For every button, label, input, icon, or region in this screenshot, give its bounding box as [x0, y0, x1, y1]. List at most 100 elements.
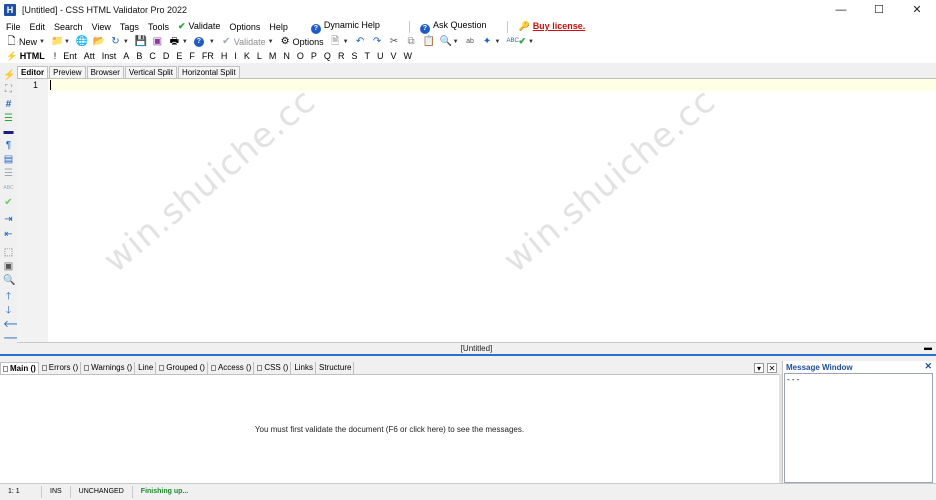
arrow-down-icon[interactable]: 🡓 — [3, 305, 14, 316]
tag-item[interactable]: Q — [324, 51, 331, 61]
find-button[interactable]: 🔍 ▼ — [440, 36, 459, 47]
document-button[interactable]: 🗎 ▼ — [330, 36, 348, 47]
list-icon[interactable]: ☰ — [3, 113, 14, 124]
menu-buy-license[interactable]: 🔑 Buy license. — [518, 21, 585, 32]
hash-icon[interactable]: # — [3, 99, 14, 110]
tab-horizontal-split[interactable]: Horizontal Split — [177, 66, 240, 78]
tab-errors[interactable]: Errors () — [40, 362, 82, 374]
tag-item[interactable]: A — [123, 51, 129, 61]
tag-item[interactable]: F — [189, 51, 195, 61]
tag-item[interactable]: Att — [84, 51, 95, 61]
tag-item[interactable]: L — [257, 51, 262, 61]
menu-ask-question[interactable]: ? Ask Question — [419, 20, 486, 34]
open-url-button[interactable]: 🌐 — [76, 36, 88, 47]
check-icon[interactable]: ✔ — [3, 197, 14, 208]
close-window-button[interactable]: ✕ — [898, 0, 936, 19]
menu-tags[interactable]: Tags — [120, 22, 139, 32]
tag-item[interactable]: K — [244, 51, 250, 61]
tab-preview[interactable]: Preview — [49, 66, 86, 78]
tab-warnings[interactable]: Warnings () — [82, 362, 136, 374]
menu-options[interactable]: Options — [229, 22, 260, 32]
outdent-icon[interactable]: ⇤ — [3, 229, 14, 240]
zoom-icon[interactable]: 🔍 — [3, 275, 15, 286]
open-button[interactable]: 📁 ▼ — [51, 36, 70, 47]
tag-item[interactable]: B — [136, 51, 142, 61]
menu-search[interactable]: Search — [54, 22, 83, 32]
binoculars-icon[interactable]: ⛶ — [3, 84, 14, 95]
tab-main[interactable]: Main () — [0, 362, 39, 374]
tag-item[interactable]: D — [163, 51, 170, 61]
menu-tools[interactable]: Tools — [148, 22, 169, 32]
cut-button[interactable]: ✂ — [389, 36, 400, 47]
tab-structure[interactable]: Structure — [317, 362, 355, 374]
tab-line[interactable]: Line — [136, 362, 157, 374]
pane-splitter[interactable] — [0, 354, 936, 356]
tag-item[interactable]: P — [311, 51, 317, 61]
maximize-button[interactable]: ☐ — [860, 0, 898, 19]
save-button[interactable]: 💾 — [135, 36, 147, 47]
tag-item[interactable]: M — [269, 51, 277, 61]
close-icon[interactable]: ✕ — [924, 361, 932, 372]
paragraph-icon[interactable]: ¶ — [3, 140, 14, 151]
message-window-body[interactable]: - - - — [784, 373, 933, 483]
reopen-button[interactable]: ↻ ▼ — [110, 36, 129, 47]
arrow-left-icon[interactable]: 🡐 — [3, 319, 30, 330]
arrow-right-icon[interactable]: 🡒 — [3, 333, 30, 344]
copy-button[interactable]: ⧉ — [406, 36, 417, 47]
tag-item[interactable]: ! — [54, 51, 57, 61]
tag-item[interactable]: N — [283, 51, 290, 61]
flag-icon[interactable]: ▬ — [3, 126, 14, 137]
print-button[interactable]: 🖶 ▼ — [169, 36, 188, 47]
tag-bar-html[interactable]: ⚡ HTML — [6, 51, 45, 62]
minimize-button[interactable]: — — [822, 0, 860, 19]
tag-item[interactable]: R — [338, 51, 345, 61]
tab-vertical-split[interactable]: Vertical Split — [124, 66, 177, 78]
validation-messages[interactable]: You must first validate the document (F6… — [0, 374, 779, 483]
lines-icon[interactable]: ☰ — [3, 168, 14, 179]
tag-item[interactable]: E — [176, 51, 182, 61]
panel-icon[interactable]: ▤ — [3, 154, 14, 165]
tag-item[interactable]: H — [221, 51, 228, 61]
collapse-icon[interactable]: ▬ — [924, 343, 932, 352]
tab-grouped[interactable]: Grouped () — [157, 362, 208, 374]
tag-item[interactable]: V — [390, 51, 396, 61]
options-toolbar-button[interactable]: ⚙ Options — [280, 36, 324, 47]
tag-item[interactable]: T — [364, 51, 370, 61]
tag-item[interactable]: I — [234, 51, 237, 61]
lightning-icon[interactable]: ⚡ — [3, 70, 15, 81]
tabs-dropdown-icon[interactable]: ▾ — [754, 363, 764, 373]
tools-button[interactable]: ✦ ▼ — [482, 36, 501, 47]
paste-button[interactable]: 📋 — [423, 36, 435, 47]
tag-item[interactable]: W — [403, 51, 412, 61]
spell-check-button[interactable]: ABC ✔ ▼ — [506, 36, 534, 47]
validate-prompt[interactable]: You must first validate the document (F6… — [0, 425, 779, 434]
tab-css[interactable]: CSS () — [255, 362, 292, 374]
tab-editor[interactable]: Editor — [17, 66, 49, 78]
menu-file[interactable]: File — [6, 22, 21, 32]
tab-access[interactable]: Access () — [209, 362, 255, 374]
close-pane-icon[interactable]: ✕ — [767, 363, 777, 373]
tag-item[interactable]: FR — [202, 51, 214, 61]
tab-links[interactable]: Links — [292, 362, 316, 374]
tag-item[interactable]: S — [351, 51, 357, 61]
open-folder-button[interactable]: 📂 — [93, 36, 105, 47]
menu-view[interactable]: View — [92, 22, 111, 32]
help-button[interactable]: ? ▼ — [193, 36, 215, 47]
window-icon[interactable]: ▣ — [3, 261, 14, 272]
tag-item[interactable]: C — [149, 51, 156, 61]
menu-dynamic-help[interactable]: ? Dynamic Help — [310, 20, 380, 34]
save-all-button[interactable]: ▣ — [152, 36, 163, 47]
arrow-up-icon[interactable]: 🡑 — [3, 291, 14, 302]
tag-item[interactable]: O — [297, 51, 304, 61]
tag-item[interactable]: Ent — [63, 51, 77, 61]
new-button[interactable]: 🗋 New ▼ — [6, 36, 45, 47]
tag-item[interactable]: Inst — [102, 51, 117, 61]
tag-item[interactable]: U — [377, 51, 384, 61]
crop-icon[interactable]: ⬚ — [3, 247, 14, 258]
validate-toolbar-button[interactable]: ✔ Validate ▼ — [221, 36, 274, 47]
menu-edit[interactable]: Edit — [30, 22, 46, 32]
tab-browser[interactable]: Browser — [86, 66, 124, 78]
indent-icon[interactable]: ⇥ — [3, 214, 14, 225]
spell-icon[interactable]: ABC — [3, 183, 14, 194]
menu-validate[interactable]: ✔ Validate — [178, 21, 220, 32]
